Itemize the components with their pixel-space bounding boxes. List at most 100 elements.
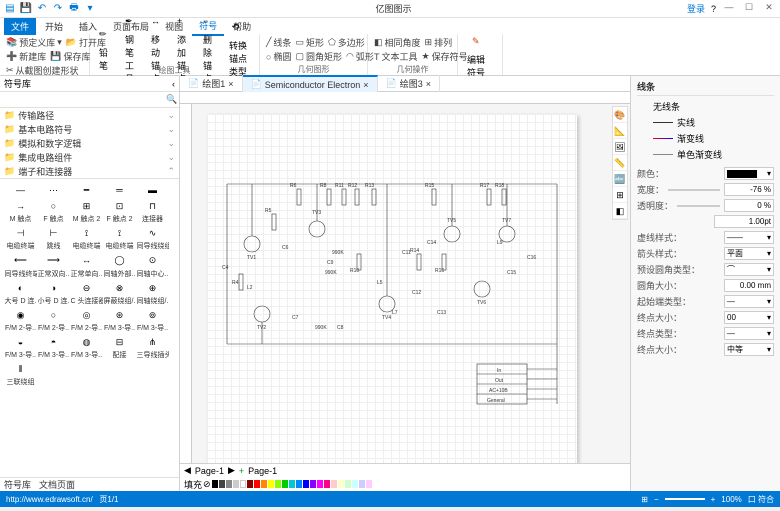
ribbon-text[interactable]: T 文本工具 — [374, 50, 418, 63]
end-size-select[interactable]: 中等▾ — [724, 343, 774, 356]
color-select[interactable]: ▾ — [724, 167, 774, 180]
symbol-item[interactable]: ⊚ — [141, 308, 165, 322]
help-icon[interactable]: ? — [711, 4, 716, 14]
close-icon[interactable]: × — [363, 80, 368, 90]
color-swatch[interactable] — [268, 480, 274, 488]
color-swatch[interactable] — [303, 480, 309, 488]
line-style-option[interactable]: 单色渐变线 — [653, 148, 774, 161]
color-swatch[interactable] — [212, 480, 218, 488]
status-icon[interactable]: ⊞ — [641, 495, 648, 504]
color-swatch[interactable] — [352, 480, 358, 488]
line-style-option[interactable]: 无线条 — [653, 100, 774, 113]
ribbon-line[interactable]: ╱ 线条 — [266, 36, 291, 49]
qat-save-icon[interactable]: 💾 — [20, 3, 32, 15]
symbol-item[interactable]: ═ — [108, 183, 132, 197]
color-swatch[interactable] — [247, 480, 253, 488]
login-link[interactable]: 登录 — [687, 2, 705, 15]
ribbon-new-lib[interactable]: ➕ 新建库 — [6, 50, 46, 63]
symbol-item[interactable]: ◍ — [75, 335, 99, 349]
vtool-item[interactable]: 🖼 — [613, 139, 627, 155]
symbol-item[interactable]: ∿ — [141, 226, 165, 240]
vtool-item[interactable]: 🔤 — [613, 171, 627, 187]
category-item[interactable]: 📁端子和连接器⌃ — [0, 164, 179, 178]
symbol-item[interactable]: ◉ — [9, 308, 33, 322]
color-swatch[interactable] — [282, 480, 288, 488]
symbol-item[interactable]: ⊖ — [75, 281, 99, 295]
vtool-item[interactable]: ⊞ — [613, 187, 627, 203]
vtool-item[interactable]: ◧ — [613, 203, 627, 219]
chevron-left-icon[interactable]: ‹ — [172, 79, 175, 89]
symbol-item[interactable]: ↔ — [75, 253, 99, 267]
symbol-item[interactable]: ⊢ — [42, 226, 66, 240]
symbol-item[interactable]: ○ — [42, 308, 66, 322]
category-item[interactable]: 📁传输路径⌄ — [0, 108, 179, 122]
color-swatch[interactable] — [254, 480, 260, 488]
symbol-item[interactable]: ⟶ — [42, 253, 66, 267]
symbol-item[interactable]: ◐ — [9, 281, 33, 295]
symbol-item[interactable]: ⊛ — [108, 308, 132, 322]
color-swatch[interactable] — [359, 480, 365, 488]
color-swatch[interactable] — [261, 480, 267, 488]
close-icon[interactable]: × — [426, 79, 431, 89]
status-url[interactable]: http://www.edrawsoft.cn/ — [6, 495, 93, 504]
color-swatch[interactable] — [240, 480, 246, 488]
symbol-item[interactable]: ⊕ — [141, 281, 165, 295]
symbol-item[interactable]: → — [9, 199, 33, 213]
symbol-item[interactable]: ◒ — [9, 335, 33, 349]
color-swatch[interactable] — [338, 480, 344, 488]
preset-select[interactable]: ⌒▾ — [724, 263, 774, 276]
line-style-option[interactable]: 渐变线 — [653, 132, 774, 145]
symbol-search-input[interactable] — [0, 95, 165, 105]
arrow-select[interactable]: 平面▾ — [724, 247, 774, 260]
next-page-icon[interactable]: ▶ — [228, 465, 235, 476]
close-button[interactable]: ✕ — [762, 2, 776, 16]
dash-select[interactable]: ——▾ — [724, 231, 774, 244]
search-icon[interactable]: 🔍 — [165, 94, 179, 105]
symbol-item[interactable]: ◓ — [42, 335, 66, 349]
tab-file[interactable]: 文件 — [4, 18, 36, 35]
maximize-button[interactable]: ☐ — [742, 2, 756, 16]
weight-input[interactable] — [714, 215, 774, 228]
color-swatch[interactable] — [366, 480, 372, 488]
ribbon-samea[interactable]: ◧ 相同角度 — [374, 36, 421, 49]
close-icon[interactable]: × — [228, 79, 233, 89]
color-swatch[interactable] — [317, 480, 323, 488]
vtool-item[interactable]: 📏 — [613, 155, 627, 171]
symbol-item[interactable]: — — [9, 183, 33, 197]
qat-redo-icon[interactable]: ↷ — [52, 3, 64, 15]
end-type-select[interactable]: —▾ — [724, 327, 774, 340]
symbol-item[interactable]: ⊞ — [75, 199, 99, 213]
start-size-select[interactable]: 00▾ — [724, 311, 774, 324]
minimize-button[interactable]: — — [722, 2, 736, 16]
qat-print-icon[interactable]: 🖶 — [68, 3, 80, 15]
symbol-item[interactable]: ◑ — [42, 281, 66, 295]
category-item[interactable]: 📁模拟和数字逻辑⌄ — [0, 136, 179, 150]
symbol-item[interactable]: ⊡ — [108, 199, 132, 213]
trans-slider[interactable] — [677, 205, 720, 207]
doc-tab[interactable]: 📄绘图3× — [378, 75, 441, 92]
color-swatch[interactable] — [324, 480, 330, 488]
symbol-item[interactable]: ⟵ — [9, 253, 33, 267]
symbol-item[interactable]: ⊟ — [108, 335, 132, 349]
symbol-item[interactable]: ⋔ — [141, 335, 165, 349]
page[interactable]: TV1 TV2 TV3 TV4 TV5 TV6 TV7 R4 R5 R6 R8 … — [207, 114, 577, 463]
edit-symbol-button[interactable]: ✎编辑符号 — [464, 36, 496, 79]
symbol-item[interactable]: ⊗ — [108, 281, 132, 295]
ribbon-arrange[interactable]: ⊞ 排列 — [425, 36, 453, 49]
ribbon-poly[interactable]: ⬠ 多边形 — [328, 36, 365, 49]
qat-undo-icon[interactable]: ↶ — [36, 3, 48, 15]
vtool-item[interactable]: 📐 — [613, 123, 627, 139]
zoom-out-icon[interactable]: − — [654, 495, 659, 504]
symbol-item[interactable]: ⊣ — [9, 226, 33, 240]
panel-tab-pages[interactable]: 文档页面 — [39, 478, 75, 491]
color-swatch[interactable] — [296, 480, 302, 488]
line-style-option[interactable]: 实线 — [653, 116, 774, 129]
symbol-item[interactable]: ⋯ — [42, 183, 66, 197]
round-input[interactable] — [724, 279, 774, 292]
color-swatch[interactable] — [331, 480, 337, 488]
category-item[interactable]: 📁集成电路组件⌄ — [0, 150, 179, 164]
color-swatch[interactable] — [233, 480, 239, 488]
trans-input[interactable] — [724, 199, 774, 212]
width-slider[interactable] — [668, 189, 720, 191]
qat-menu-icon[interactable]: ▤ — [4, 3, 16, 15]
